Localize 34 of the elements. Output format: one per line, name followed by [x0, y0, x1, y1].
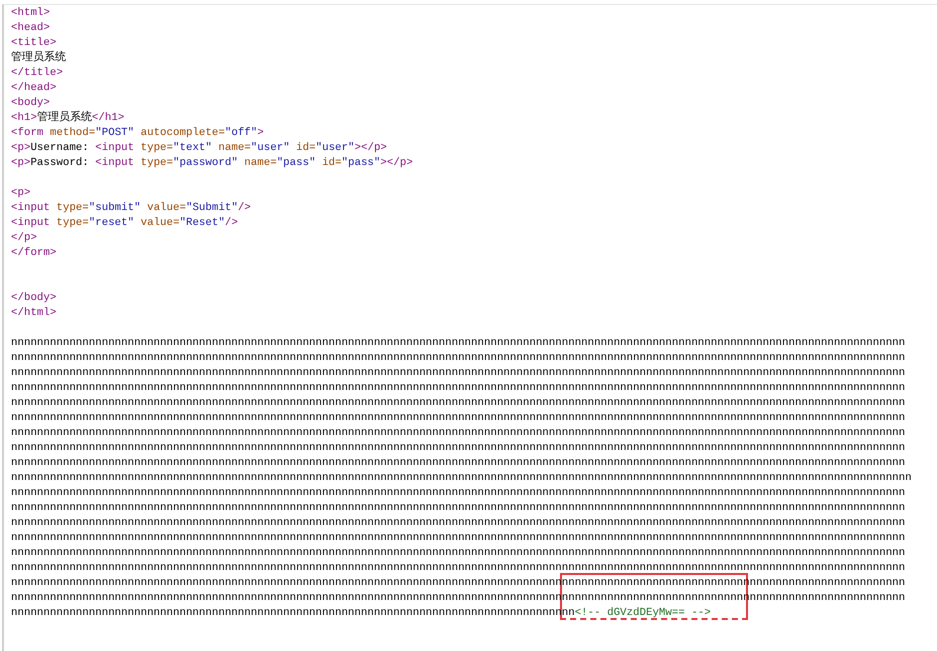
- code-line: nnnnnnnnnnnnnnnnnnnnnnnnnnnnnnnnnnnnnnnnnnnnnnnnnnnnnnnnnnnnnnnnnnnnnnnnnnnnnnnnnnnnnnnnnnnnnnnnnnnnnnnnnnnnnnnnnnnnnnnnnnnnnnnnnnnnnnnnnn: [11, 516, 906, 531]
- code-line: nnnnnnnnnnnnnnnnnnnnnnnnnnnnnnnnnnnnnnnnnnnnnnnnnnnnnnnnnnnnnnnnnnnnnnnnnnnnnnnnnnnnnnnnnnnnnnnnnnnnnnnnnnnnnnnnnnnnnnnnnnnnnnnnnnnnnnnnnn: [11, 381, 906, 396]
- code-line: nnnnnnnnnnnnnnnnnnnnnnnnnnnnnnnnnnnnnnnnnnnnnnnnnnnnnnnnnnnnnnnnnnnnnnnnnnnnnnnnnnnnnnnnnnnnnnnnnnnnnnnnnnnnnnnnnnnnnnnnnnnnnnnnnnnnnnnnnn: [11, 501, 906, 516]
- code-line: nnnnnnnnnnnnnnnnnnnnnnnnnnnnnnnnnnnnnnnnnnnnnnnnnnnnnnnnnnnnnnnnnnnnnnnnnnnnnnnnnnnnnnnnnnnnnnnnnnnnnnnnnnnnnnnnnnnnnnnnnnnnnnnnnnnnnnnnnn: [11, 531, 906, 546]
- code-line: nnnnnnnnnnnnnnnnnnnnnnnnnnnnnnnnnnnnnnnnnnnnnnnnnnnnnnnnnnnnnnnnnnnnnnnnnnnnnnnnnnnnnnnnnnnnnnnnnnnnnnnnnnnnnnnnnnnnnnnnnnnnnnnnnnnnnnnnnn: [11, 336, 906, 351]
- code-line: <html>: [11, 6, 50, 21]
- code-line: <h1>管理员系统</h1>: [11, 111, 124, 126]
- code-line: <p>Username: <input type="text" name="user" id="user"></p>: [11, 141, 387, 156]
- code-line: <body>: [11, 96, 50, 111]
- code-line: </form>: [11, 246, 56, 261]
- code-line: <p>Password: <input type="password" name="pass" id="pass"></p>: [11, 156, 413, 171]
- code-line: nnnnnnnnnnnnnnnnnnnnnnnnnnnnnnnnnnnnnnnnnnnnnnnnnnnnnnnnnnnnnnnnnnnnnnnnnnnnnnnnnnnnnnnnnnnnnnnnnnnnnnnnnnnnnnnnnnnnnnnnnnnnnnnnnnnnnnnnnn: [11, 441, 906, 456]
- code-line: 管理员系统: [11, 51, 66, 66]
- code-line: nnnnnnnnnnnnnnnnnnnnnnnnnnnnnnnnnnnnnnnnnnnnnnnnnnnnnnnnnnnnnnnnnnnnnnnnnnnnnnnnnnnnnnnnnnnnnnnnnnnnnnnnnnnnnnnnnnnnnnnnnnnnnnnnnnnnnnnnnn: [11, 396, 906, 411]
- code-line: <title>: [11, 36, 56, 50]
- code-line: nnnnnnnnnnnnnnnnnnnnnnnnnnnnnnnnnnnnnnnnnnnnnnnnnnnnnnnnnnnnnnnnnnnnnnnnnnnnnnnnnnnnnnnnnnnnnnnnnnnnnnnnnnnnnnnnnnnnnnnnnnnnnnnnnnnnnnnnnn: [11, 411, 906, 426]
- code-line: nnnnnnnnnnnnnnnnnnnnnnnnnnnnnnnnnnnnnnnnnnnnnnnnnnnnnnnnnnnnnnnnnnnnnnnnnnnnnnnnnnnnnnnnnnnnnnnnnnnnnnnnnnnnnnnnnnnnnnnnnnnnnnnnnnnnnnnnnn: [11, 561, 906, 576]
- code-line: <form method="POST" autocomplete="off">: [11, 126, 264, 141]
- code-line: nnnnnnnnnnnnnnnnnnnnnnnnnnnnnnnnnnnnnnnnnnnnnnnnnnnnnnnnnnnnnnnnnnnnnnnnnnnnnnnnnnnnnnnnnnnnnnnnnnnnnnnnnnnnnnnnnnnnnnnnnnnnnnnnnnnnnnnnnn: [11, 486, 906, 501]
- code-line: <input type="submit" value="Submit"/>: [11, 201, 251, 216]
- code-line: nnnnnnnnnnnnnnnnnnnnnnnnnnnnnnnnnnnnnnnnnnnnnnnnnnnnnnnnnnnnnnnnnnnnnnnnnnnnnnnnnnnnnnnnnnnnnnnnnnnnnnnnnnnnnnnnnnnnnnnnnnnnnnnnnnnnnnnnnn: [11, 456, 906, 471]
- code-line: <p>: [11, 186, 30, 201]
- code-line: </p>: [11, 231, 37, 246]
- code-line: </body>: [11, 291, 56, 306]
- code-line: nnnnnnnnnnnnnnnnnnnnnnnnnnnnnnnnnnnnnnnnnnnnnnnnnnnnnnnnnnnnnnnnnnnnnnnnnnnnnnnnnnnnnnnnnnnnnnnnnnnnnnnnnnnnnnnnnnnnnnnnnnnnnnnnnnnnnnnnnn: [11, 426, 906, 441]
- code-line: nnnnnnnnnnnnnnnnnnnnnnnnnnnnnnnnnnnnnnnnnnnnnnnnnnnnnnnnnnnnnnnnnnnnnnnnnnnnnnnnnnnnnnnnnnnnnnnnnnnnnnnnnnnnnnnnnnnnnnnnnnnnnnnnnnnnnnnnnn: [11, 366, 906, 381]
- code-line: <head>: [11, 21, 50, 36]
- code-line: </head>: [11, 81, 56, 96]
- code-line: nnnnnnnnnnnnnnnnnnnnnnnnnnnnnnnnnnnnnnnnnnnnnnnnnnnnnnnnnnnnnnnnnnnnnnnnnnnnnnnnnnnnnnnnnnnnnnnnnnnnnnnnnnnnnnnnnnnnnnnnnnnnnnnnnnnnnnnnnnn: [11, 471, 912, 486]
- code-line: nnnnnnnnnnnnnnnnnnnnnnnnnnnnnnnnnnnnnnnnnnnnnnnnnnnnnnnnnnnnnnnnnnnnnnnnnnnnnnnnnnnnnnnnnnnnnnnnnnnnnnnnnnnnnnnnnnnnnnnnnnnnnnnnnnnnnnnnnn: [11, 546, 906, 561]
- code-line: </html>: [11, 306, 56, 321]
- code-line: nnnnnnnnnnnnnnnnnnnnnnnnnnnnnnnnnnnnnnnnnnnnnnnnnnnnnnnnnnnnnnnnnnnnnnnnnnnnnnnnnnnnnnnnnnnnnnnnnnnnnnnnnnnnnnnnnnnnnnnnnnnnnnnnnnnnnnnnnn: [11, 351, 906, 366]
- code-line: </title>: [11, 66, 63, 81]
- code-line: <input type="reset" value="Reset"/>: [11, 216, 238, 231]
